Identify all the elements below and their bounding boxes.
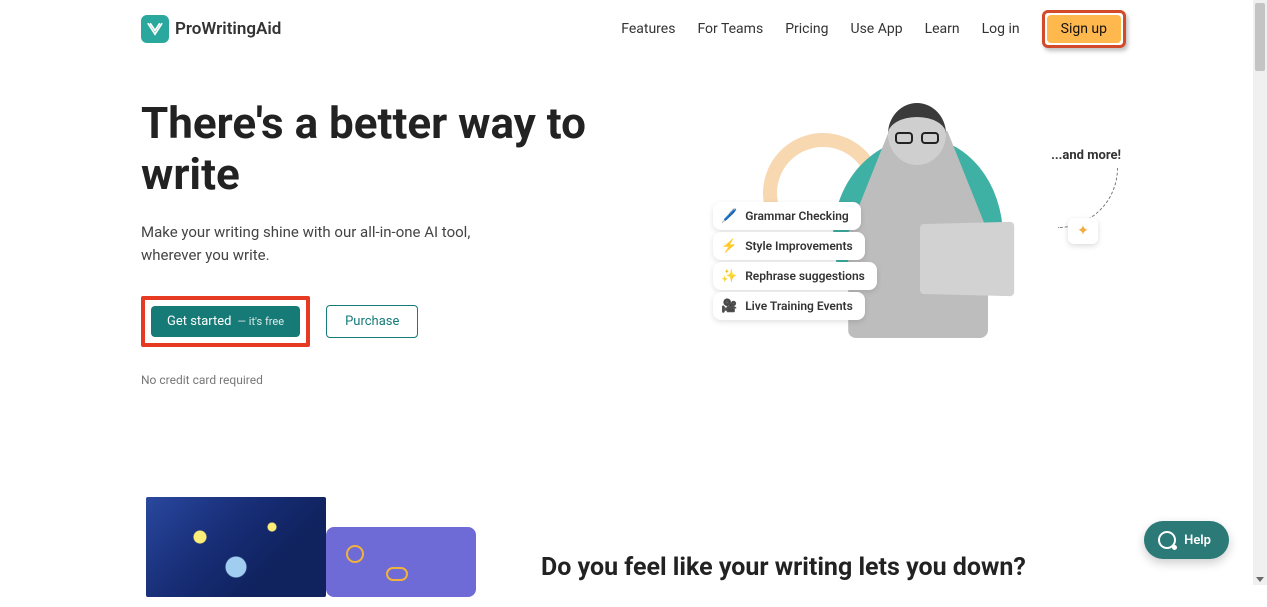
video-icon: 🎥 xyxy=(721,298,737,314)
main-nav: Features For Teams Pricing Use App Learn… xyxy=(621,10,1126,48)
starry-night-art xyxy=(146,497,326,597)
feature-pill-style: ⚡ Style Improvements xyxy=(713,232,865,260)
pen-icon: 🖊️ xyxy=(721,208,737,224)
get-started-sublabel: — it's free xyxy=(237,315,284,328)
feature-pill-training: 🎥 Live Training Events xyxy=(713,292,865,320)
nav-use-app[interactable]: Use App xyxy=(851,21,903,37)
help-label: Help xyxy=(1184,533,1211,548)
art-illustration xyxy=(141,497,481,607)
sparkle-icon: ✦ xyxy=(1068,218,1098,244)
purchase-button[interactable]: Purchase xyxy=(326,305,418,338)
brand-logo-icon xyxy=(141,15,169,43)
signup-highlight: Sign up xyxy=(1042,10,1126,48)
bolt-icon: ⚡ xyxy=(721,238,737,254)
feature-label: Live Training Events xyxy=(745,299,853,313)
purple-card-decor xyxy=(326,527,476,597)
section-two: Do you feel like your writing lets you d… xyxy=(141,497,1126,607)
feature-pill-rephrase: ✨ Rephrase suggestions xyxy=(713,262,877,290)
scrollbar-thumb[interactable] xyxy=(1255,3,1265,71)
get-started-label: Get started xyxy=(167,314,231,329)
scrollbar[interactable] xyxy=(1253,0,1267,585)
hero-illustration: ...and more! ✦ 🖊️ Grammar Checking ⚡ Sty… xyxy=(673,98,1126,368)
get-started-highlight: Get started — it's free xyxy=(141,296,310,347)
nav-for-teams[interactable]: For Teams xyxy=(697,21,763,37)
feature-label: Style Improvements xyxy=(745,239,853,253)
hero-subhead: Make your writing shine with our all-in-… xyxy=(141,221,481,266)
chat-icon xyxy=(1158,531,1176,549)
wand-icon: ✨ xyxy=(721,268,737,284)
nav-learn[interactable]: Learn xyxy=(925,21,960,37)
cta-row: Get started — it's free Purchase xyxy=(141,296,653,347)
signup-button[interactable]: Sign up xyxy=(1047,15,1121,43)
brand-name: ProWritingAid xyxy=(175,19,281,39)
nav-pricing[interactable]: Pricing xyxy=(785,21,828,37)
nav-features[interactable]: Features xyxy=(621,21,675,37)
scroll-down-icon[interactable] xyxy=(1256,577,1264,582)
feature-label: Grammar Checking xyxy=(745,209,849,223)
get-started-button[interactable]: Get started — it's free xyxy=(151,306,300,337)
feature-label: Rephrase suggestions xyxy=(745,269,865,283)
feature-pill-grammar: 🖊️ Grammar Checking xyxy=(713,202,861,230)
help-button[interactable]: Help xyxy=(1144,521,1229,559)
hero-left: There's a better way to write Make your … xyxy=(141,98,653,387)
and-more-label: ...and more! xyxy=(1051,148,1121,163)
top-nav: ProWritingAid Features For Teams Pricing… xyxy=(141,0,1126,48)
section-two-heading: Do you feel like your writing lets you d… xyxy=(541,553,1026,582)
nav-log-in[interactable]: Log in xyxy=(982,21,1020,37)
brand[interactable]: ProWritingAid xyxy=(141,15,281,43)
hero-headline: There's a better way to write xyxy=(141,98,653,199)
cta-disclaimer: No credit card required xyxy=(141,373,653,387)
hero-section: There's a better way to write Make your … xyxy=(141,98,1126,387)
